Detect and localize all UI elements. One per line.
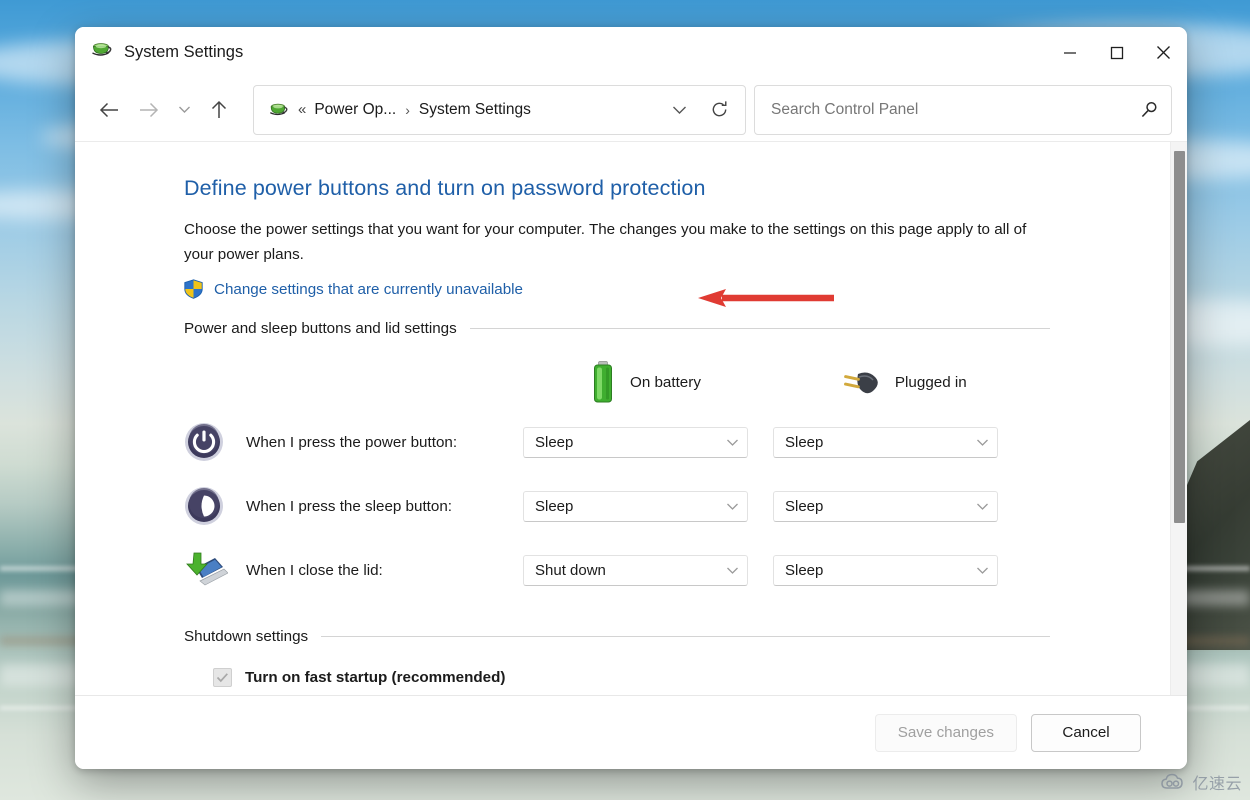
section-divider xyxy=(469,328,1050,330)
breadcrumb-separator: › xyxy=(405,101,410,118)
address-dropdown-button[interactable] xyxy=(659,89,699,131)
dialog-footer: Save changes Cancel xyxy=(75,695,1187,769)
column-label: Plugged in xyxy=(894,374,967,392)
search-icon[interactable] xyxy=(1140,100,1159,119)
column-label: On battery xyxy=(630,374,701,392)
chevron-down-icon xyxy=(672,106,686,114)
power-button-icon xyxy=(184,422,246,462)
setting-row-sleep-button: When I press the sleep button: Sleep Sle… xyxy=(184,474,1170,538)
battery-icon xyxy=(590,360,616,406)
section-title: Shutdown settings xyxy=(184,628,309,646)
navigation-bar: « Power Op... › System Settings Search C… xyxy=(75,78,1187,141)
chevron-down-icon xyxy=(977,503,988,510)
chevron-down-icon xyxy=(977,439,988,446)
combo-close-lid-plugged-in[interactable]: Sleep xyxy=(773,554,998,586)
system-settings-window: System Settings « Power Op... › System S… xyxy=(75,27,1187,769)
cloud-logo-icon xyxy=(1161,773,1187,791)
section-divider xyxy=(321,636,1050,638)
column-headers: On battery Plugged in xyxy=(184,355,1170,410)
breadcrumb-item-system-settings[interactable]: System Settings xyxy=(419,101,531,119)
change-settings-link[interactable]: Change settings that are currently unava… xyxy=(214,281,523,298)
power-plug-icon xyxy=(841,368,881,398)
checkbox-row-fast-startup[interactable]: Turn on fast startup (recommended) xyxy=(213,668,1170,688)
cancel-button[interactable]: Cancel xyxy=(1031,713,1141,752)
minimize-icon xyxy=(1063,51,1076,54)
close-icon xyxy=(1157,46,1170,59)
page-description: Choose the power settings that you want … xyxy=(184,221,1027,263)
settings-panel: Define power buttons and turn on passwor… xyxy=(75,142,1170,695)
watermark: 亿速云 xyxy=(1161,770,1242,794)
chevron-down-icon xyxy=(977,567,988,574)
setting-label: When I press the sleep button: xyxy=(246,497,452,515)
section-heading-power-sleep: Power and sleep buttons and lid settings xyxy=(184,320,1050,337)
column-plugged-in: Plugged in xyxy=(841,368,967,398)
close-button[interactable] xyxy=(1140,27,1187,78)
search-input[interactable]: Search Control Panel xyxy=(771,101,1140,119)
breadcrumb: « Power Op... › System Settings xyxy=(288,101,659,119)
setting-row-power-button: When I press the power button: Sleep Sle… xyxy=(184,410,1170,474)
section-heading-shutdown: Shutdown settings xyxy=(184,628,1050,645)
breadcrumb-overflow[interactable]: « xyxy=(288,101,314,118)
page-title: Define power buttons and turn on passwor… xyxy=(184,176,706,200)
watermark-text: 亿速云 xyxy=(1192,774,1242,793)
combo-close-lid-on-battery[interactable]: Shut down xyxy=(523,554,748,586)
combo-value: Sleep xyxy=(785,433,824,451)
window-title: System Settings xyxy=(124,43,244,61)
scrollbar-thumb[interactable] xyxy=(1174,151,1185,523)
combo-sleep-button-on-battery[interactable]: Sleep xyxy=(523,490,748,522)
combo-value: Sleep xyxy=(535,433,574,451)
combo-sleep-button-plugged-in[interactable]: Sleep xyxy=(773,490,998,522)
setting-label: When I press the power button: xyxy=(246,433,458,451)
refresh-icon xyxy=(712,101,726,117)
minimize-button[interactable] xyxy=(1046,27,1093,78)
uac-shield-icon xyxy=(184,279,203,300)
window-controls xyxy=(1046,27,1187,78)
search-box[interactable]: Search Control Panel xyxy=(754,84,1172,135)
address-power-options-icon xyxy=(268,100,288,120)
address-bar[interactable]: « Power Op... › System Settings xyxy=(253,84,746,135)
maximize-icon xyxy=(1110,46,1123,59)
red-annotation-arrow xyxy=(698,289,834,308)
forward-button[interactable] xyxy=(129,90,169,130)
uac-link-row: Change settings that are currently unava… xyxy=(184,279,1170,308)
content-area: Define power buttons and turn on passwor… xyxy=(75,141,1187,695)
column-on-battery: On battery xyxy=(590,360,701,406)
combo-value: Sleep xyxy=(535,497,574,515)
recent-locations-button[interactable] xyxy=(169,90,199,130)
title-bar: System Settings xyxy=(75,27,1187,78)
chevron-down-icon xyxy=(727,439,738,446)
combo-value: Shut down xyxy=(535,561,606,579)
breadcrumb-item-power-options[interactable]: Power Op... xyxy=(314,101,396,119)
save-changes-button[interactable]: Save changes xyxy=(874,713,1017,752)
chevron-down-icon xyxy=(178,106,190,113)
checkmark-icon xyxy=(216,673,228,683)
up-arrow-icon xyxy=(211,100,227,118)
fast-startup-checkbox[interactable] xyxy=(213,668,232,688)
setting-row-close-lid: When I close the lid: Shut down Sleep xyxy=(184,538,1170,602)
combo-value: Sleep xyxy=(785,561,824,579)
combo-value: Sleep xyxy=(785,497,824,515)
vertical-scrollbar[interactable] xyxy=(1170,142,1187,695)
combo-power-button-on-battery[interactable]: Sleep xyxy=(523,426,748,458)
chevron-down-icon xyxy=(727,567,738,574)
combo-power-button-plugged-in[interactable]: Sleep xyxy=(773,426,998,458)
back-arrow-icon xyxy=(99,102,118,117)
chevron-down-icon xyxy=(727,503,738,510)
setting-label: When I close the lid: xyxy=(246,561,383,579)
refresh-button[interactable] xyxy=(699,89,739,131)
up-button[interactable] xyxy=(199,90,239,130)
maximize-button[interactable] xyxy=(1093,27,1140,78)
fast-startup-label: Turn on fast startup (recommended) xyxy=(245,669,506,687)
back-button[interactable] xyxy=(89,90,129,130)
forward-arrow-icon xyxy=(140,102,159,117)
sleep-button-icon xyxy=(184,486,246,526)
power-options-icon xyxy=(90,39,112,66)
section-title: Power and sleep buttons and lid settings xyxy=(184,320,457,338)
laptop-lid-icon xyxy=(184,550,246,590)
